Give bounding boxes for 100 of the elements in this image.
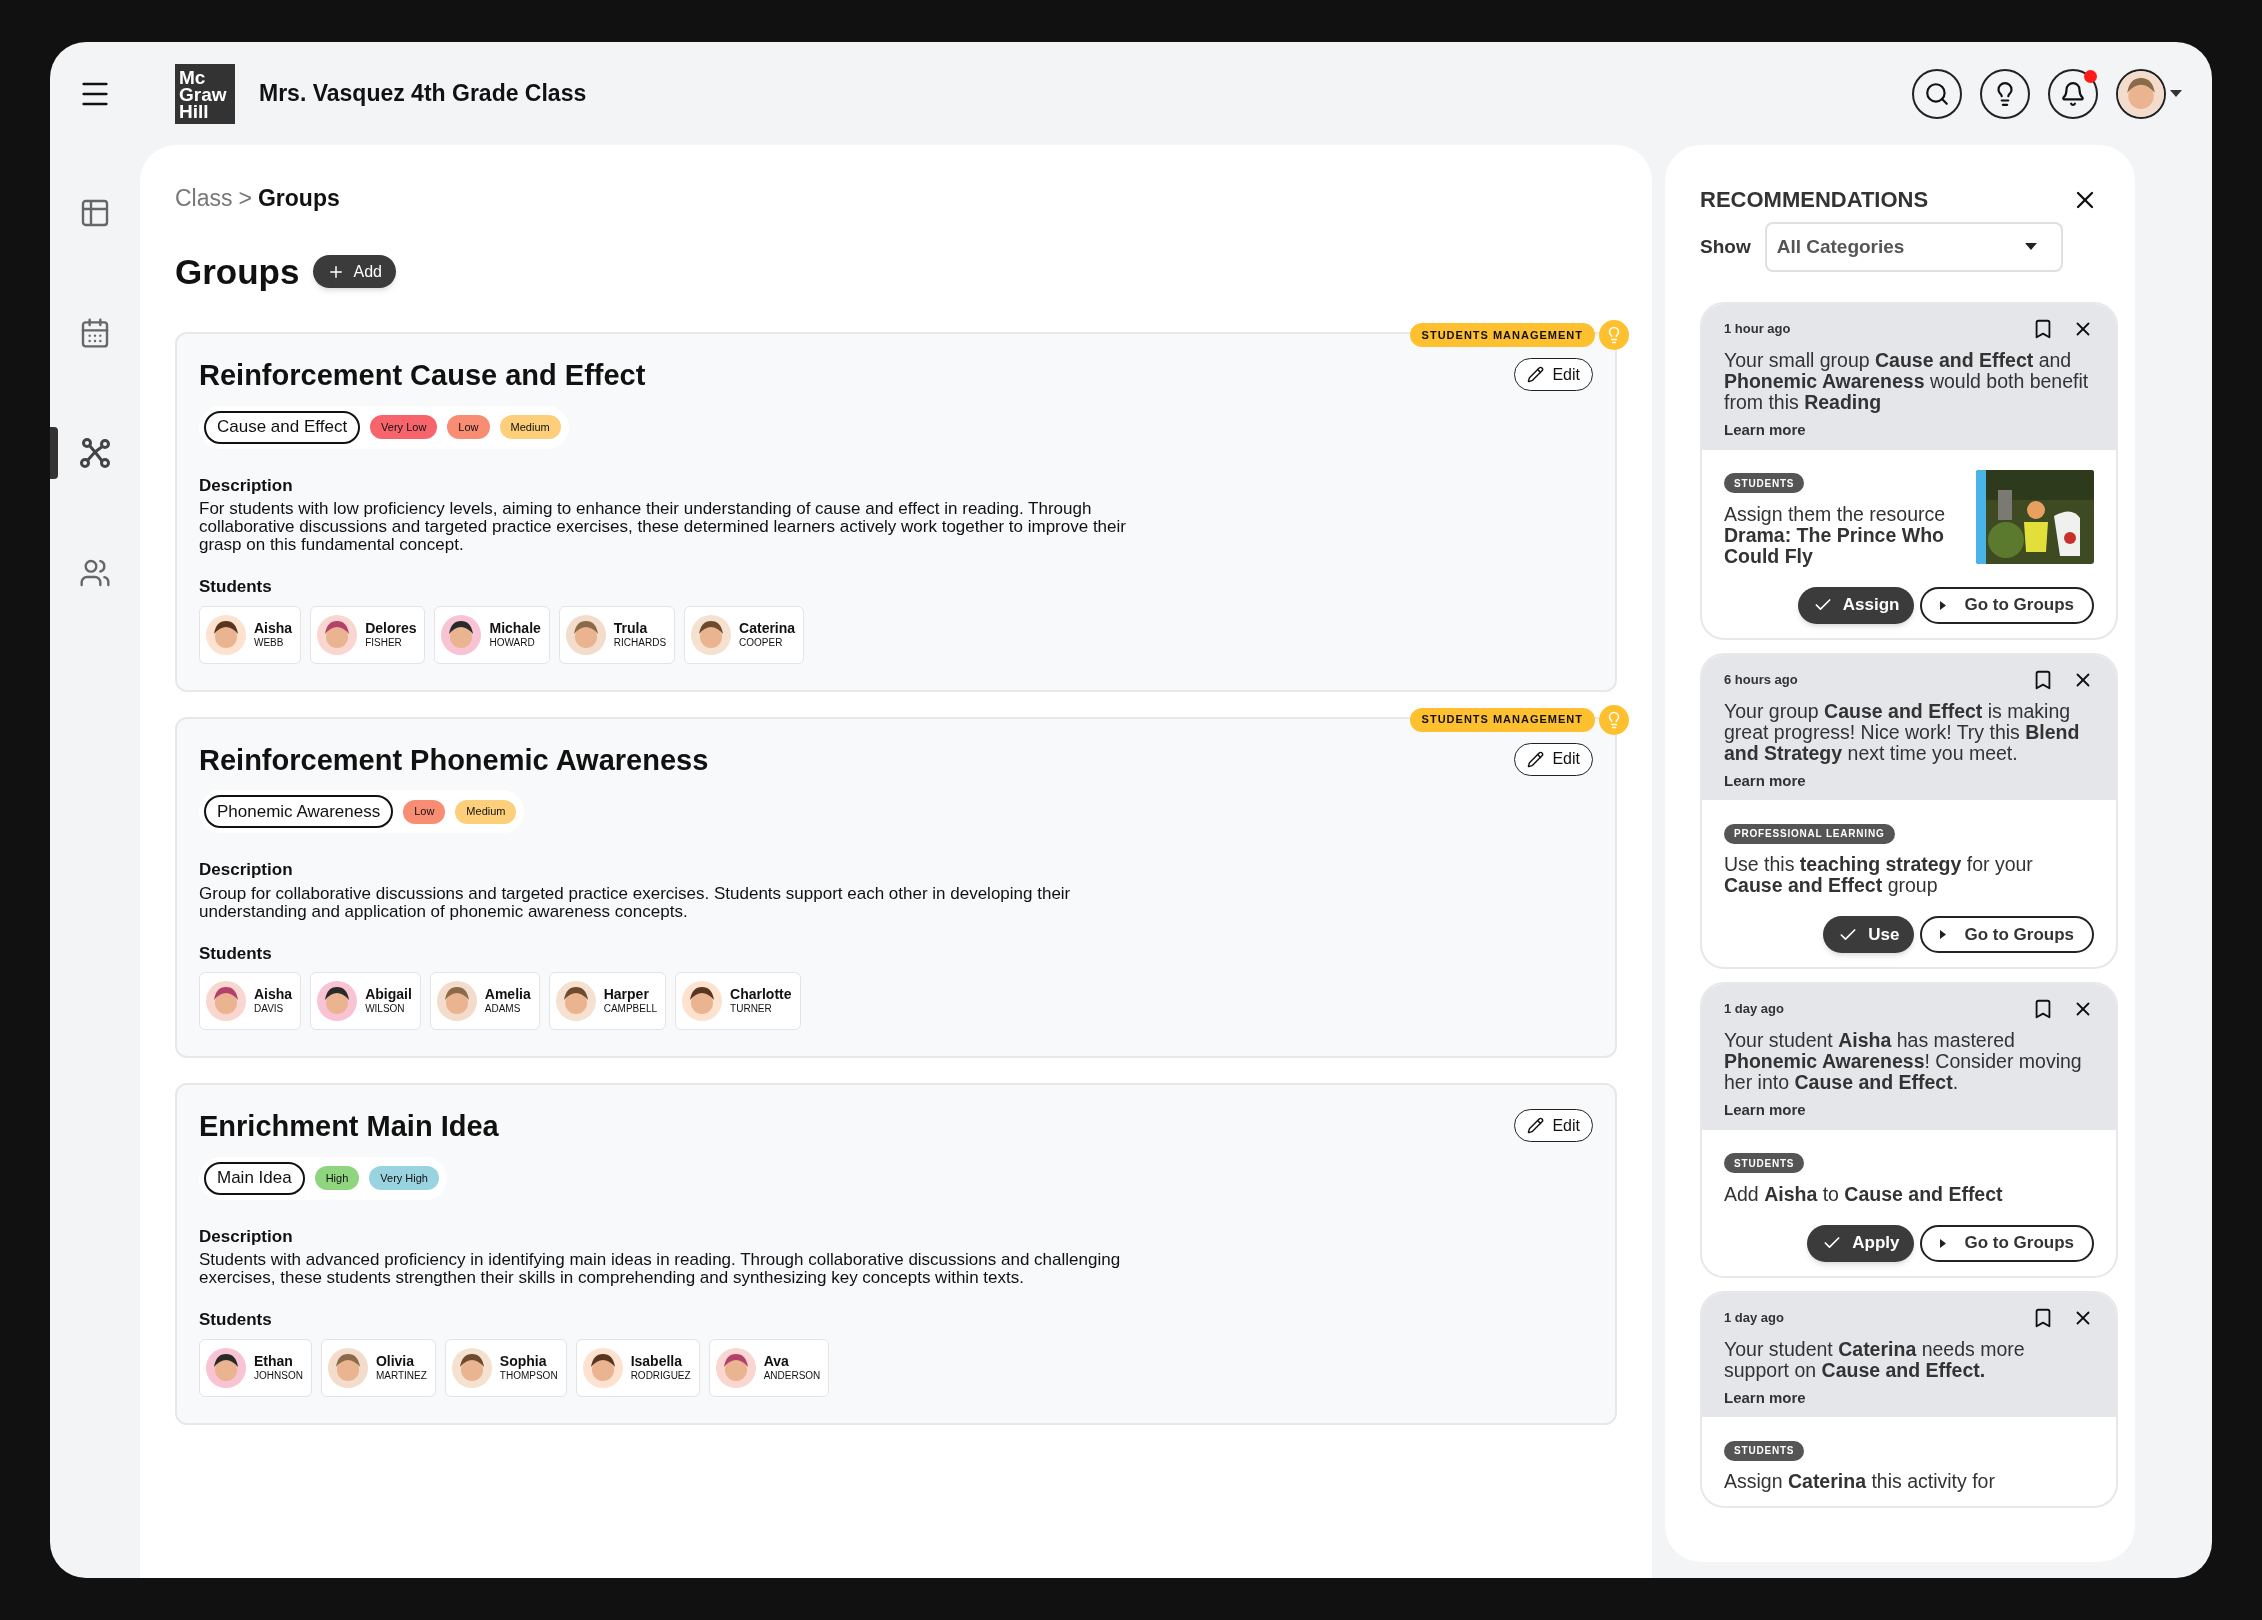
subject-tag: Main Idea — [204, 1161, 305, 1195]
sidebar-item[interactable] — [79, 197, 111, 229]
panel-title: RECOMMENDATIONS — [1700, 186, 1929, 214]
student-last-name: TURNER — [730, 1002, 773, 1016]
student-chip[interactable]: Olivia MARTINEZ — [320, 1338, 436, 1397]
students-label: Students — [199, 1309, 273, 1331]
search-button[interactable] — [1912, 68, 1962, 119]
pencil-icon — [1527, 1117, 1545, 1134]
action-description: Assign Caterina this activity for — [1724, 1471, 1996, 1492]
student-first-name: Abigail — [365, 986, 412, 1002]
pencil-icon — [1527, 366, 1545, 383]
description-label: Description — [199, 1225, 294, 1248]
timestamp: 1 hour ago — [1724, 320, 1791, 339]
primary-action-button[interactable]: Assign — [1797, 586, 1915, 624]
go-to-groups-button[interactable]: Go to Groups — [1920, 586, 2094, 624]
breadcrumb-link[interactable]: Class — [175, 181, 233, 216]
table-icon — [79, 197, 111, 229]
caret-icon — [2170, 89, 2182, 98]
avatar-icon — [206, 981, 246, 1021]
student-last-name: WILSON — [365, 1002, 406, 1016]
student-chip[interactable]: Caterina COOPER — [684, 605, 805, 664]
breadcrumb-current: Groups — [257, 184, 340, 213]
class-title: Mrs. Vasquez 4th Grade Class — [259, 79, 587, 109]
student-chip[interactable]: Ava ANDERSON — [708, 1338, 830, 1397]
level-tag: Medium — [455, 799, 517, 824]
lightbulb-button[interactable] — [1980, 68, 2030, 119]
student-chip[interactable]: Michale HOWARD — [434, 605, 550, 664]
avatar-icon — [451, 1347, 492, 1388]
category-badge: STUDENTS — [1724, 1153, 1805, 1173]
category-select[interactable]: All Categories — [1764, 222, 2063, 272]
level-tag: Medium — [499, 415, 561, 439]
description-label: Description — [199, 474, 294, 497]
logo: Mc Graw Hill — [175, 63, 235, 124]
go-to-groups-button[interactable]: Go to Groups — [1920, 1224, 2094, 1262]
notifications-button[interactable] — [2048, 68, 2098, 119]
sidebar-item[interactable] — [79, 437, 111, 469]
student-chip[interactable]: Sophia THOMPSON — [444, 1338, 567, 1397]
group-description: For students with low proficiency levels, aiming to enhance their understanding of cause and effect in reading. Through collaborative discussions and targeted practice exercises, these determined learners actively work together to improve their grasp on this fundamental concept. — [199, 500, 1127, 554]
bell-icon — [2060, 80, 2086, 107]
action-description: Add Aisha to Cause and Effect — [1724, 1183, 2004, 1205]
student-last-name: FISHER — [365, 635, 403, 650]
student-last-name: JOHNSON — [254, 1368, 303, 1383]
play-icon — [1940, 1238, 1947, 1248]
recommendation-message: Your student Aisha has mastered Phonemic Awareness! Consider moving her into Cause and Effect. — [1724, 1030, 2083, 1093]
student-last-name: CAMPBELL — [603, 1002, 658, 1016]
play-icon — [1940, 930, 1947, 939]
student-last-name: WEBB — [254, 635, 285, 650]
student-chip[interactable]: Delores FISHER — [310, 605, 426, 664]
avatar-icon — [691, 614, 732, 655]
student-last-name: THOMPSON — [499, 1369, 558, 1383]
sidebar-item[interactable] — [79, 557, 111, 589]
learn-more-link[interactable]: Learn more — [1724, 419, 2094, 442]
category-badge: STUDENTS — [1724, 1440, 1805, 1461]
student-chip[interactable]: Isabella RODRIGUEZ — [575, 1338, 700, 1397]
student-first-name: Michale — [489, 619, 541, 636]
learn-more-link[interactable]: Learn more — [1724, 769, 2094, 792]
edit-button[interactable]: Edit — [1514, 1109, 1593, 1142]
pencil-icon — [1527, 750, 1545, 768]
timestamp: 1 day ago — [1724, 1308, 1784, 1327]
student-first-name: Ethan — [254, 1352, 294, 1369]
calendar-icon — [79, 317, 111, 349]
group-description: Students with advanced proficiency in identifying main ideas in reading. Through collaborative discussions and challenging exercises, these students strengthen their skills in comprehending and synthesizing key concepts within texts. — [199, 1251, 1122, 1287]
student-chip[interactable]: Ethan JOHNSON — [199, 1338, 312, 1397]
people-icon — [79, 557, 111, 589]
level-tag: High — [314, 1166, 360, 1190]
caret-icon — [2024, 243, 2037, 251]
student-first-name: Trula — [613, 619, 649, 636]
category-badge: STUDENTS MANAGEMENT — [1409, 323, 1595, 347]
student-chip[interactable]: Charlotte TURNER — [675, 972, 801, 1030]
primary-action-button[interactable]: Use — [1823, 916, 1915, 953]
edit-button[interactable]: Edit — [1514, 358, 1593, 391]
student-chip[interactable]: Amelia ADAMS — [429, 972, 540, 1030]
student-first-name: Sophia — [499, 1352, 548, 1369]
action-description: Assign them the resource Drama: The Prince Who Could Fly — [1724, 503, 1947, 567]
student-last-name: ADAMS — [484, 1002, 522, 1016]
edit-button[interactable]: Edit — [1514, 742, 1593, 776]
profile-button[interactable] — [2116, 68, 2182, 119]
student-last-name: RICHARDS — [613, 635, 667, 650]
recommendation-message: Your student Caterina needs more support on Cause and Effect. — [1724, 1338, 2026, 1381]
student-chip[interactable]: Aisha WEBB — [199, 605, 302, 664]
add-button[interactable]: Add — [313, 255, 396, 289]
avatar-icon — [317, 614, 358, 655]
go-to-groups-button[interactable]: Go to Groups — [1920, 916, 2094, 953]
avatar-icon — [715, 1347, 756, 1388]
student-chip[interactable]: Trula RICHARDS — [558, 605, 676, 664]
student-first-name: Amelia — [484, 986, 531, 1002]
avatar-icon — [441, 614, 482, 655]
group-title: Enrichment Main Idea — [199, 1109, 499, 1144]
student-chip[interactable]: Abigail WILSON — [310, 972, 421, 1030]
student-first-name: Aisha — [254, 986, 293, 1002]
learn-more-link[interactable]: Learn more — [1724, 1386, 2094, 1409]
sidebar-item[interactable] — [79, 317, 111, 349]
student-first-name: Aisha — [254, 619, 293, 636]
student-chip[interactable]: Harper CAMPBELL — [548, 972, 667, 1030]
level-tag: Very Low — [370, 415, 438, 439]
primary-action-button[interactable]: Apply — [1807, 1224, 1915, 1262]
student-chip[interactable]: Aisha DAVIS — [199, 972, 302, 1030]
avatar-icon — [565, 614, 606, 655]
learn-more-link[interactable]: Learn more — [1724, 1099, 2094, 1122]
timestamp: 1 day ago — [1724, 1000, 1784, 1019]
